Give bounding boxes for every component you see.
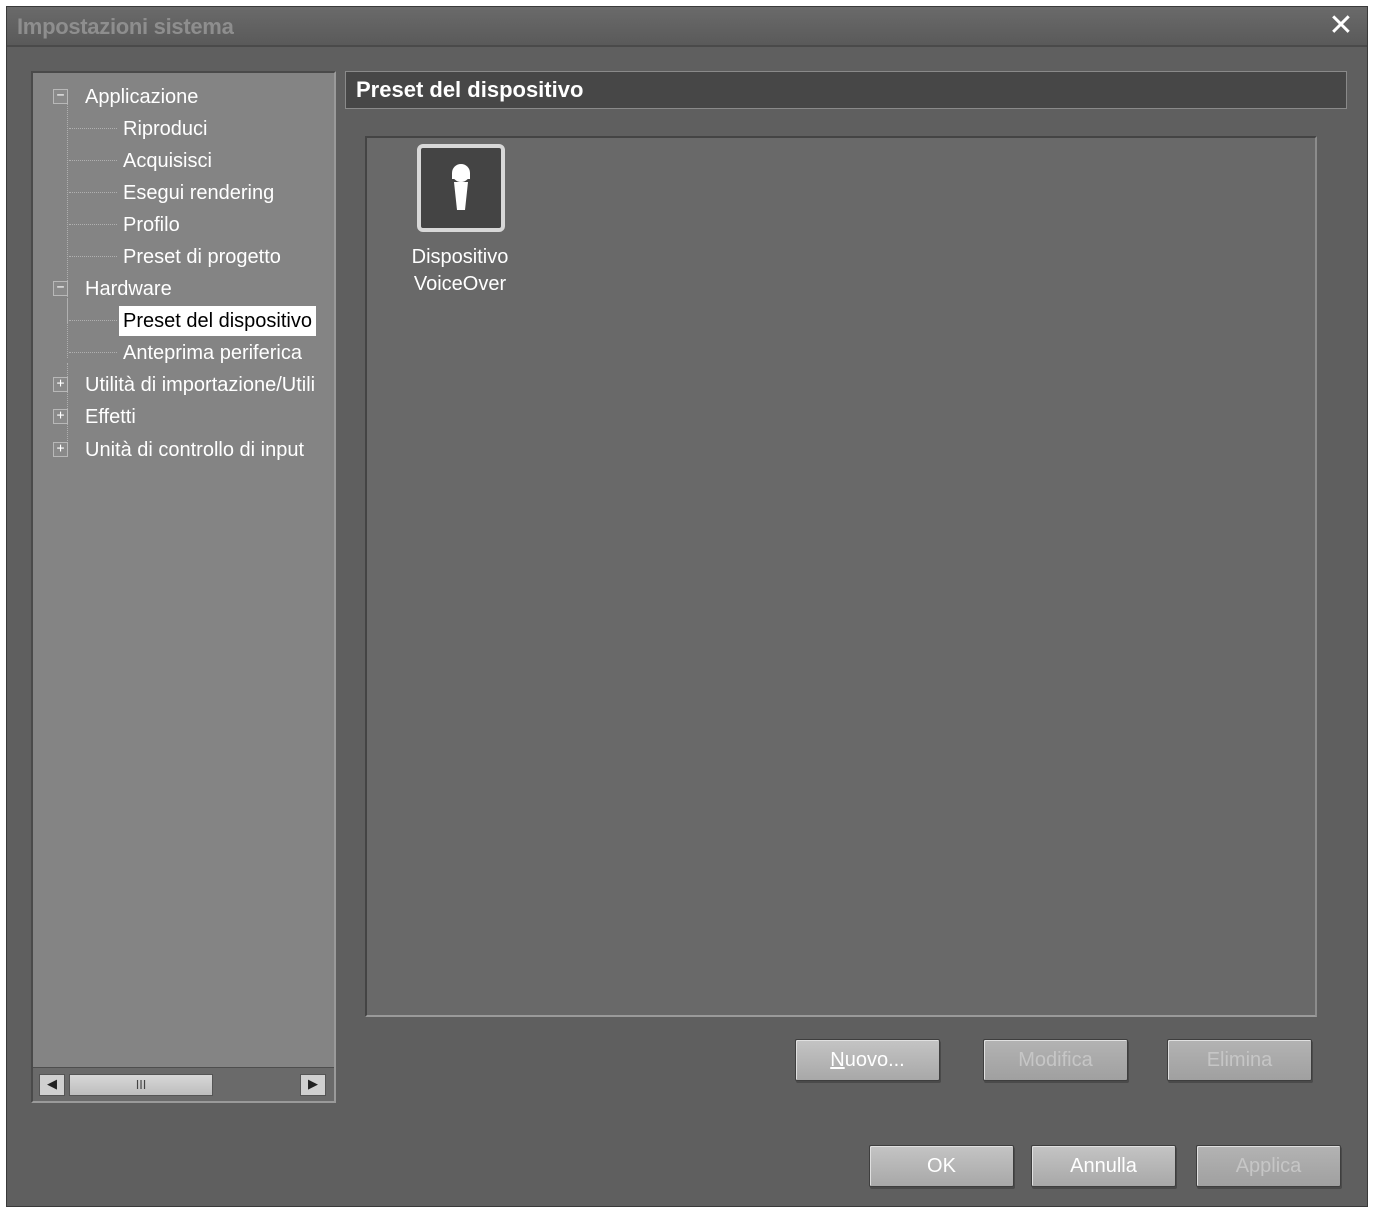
tree-connector [69, 192, 117, 193]
scroll-left-icon[interactable]: ◀ [39, 1074, 65, 1096]
tree-item-hardware[interactable]: Hardware [81, 274, 176, 304]
tree-connector [69, 224, 117, 225]
tree-connector [67, 298, 68, 358]
cancel-button[interactable]: Annulla [1031, 1145, 1176, 1187]
scroll-thumb[interactable]: III [69, 1074, 213, 1096]
section-title: Preset del dispositivo [345, 71, 1347, 109]
settings-tree: − − + + + Applicazione Riproduci Acquisi… [33, 73, 334, 1063]
expand-icon[interactable]: + [53, 409, 68, 424]
tree-connector [69, 256, 117, 257]
tree-connector [69, 320, 117, 321]
tree-item-applicazione[interactable]: Applicazione [81, 82, 202, 112]
expand-icon[interactable]: + [53, 442, 68, 457]
modify-preset-button[interactable]: Modifica [983, 1039, 1128, 1081]
tree-item-esegui-rendering[interactable]: Esegui rendering [119, 178, 278, 208]
tree-item-utilita-importazione[interactable]: Utilità di importazione/Utili [81, 370, 319, 400]
apply-button[interactable]: Applica [1196, 1145, 1341, 1187]
ok-button[interactable]: OK [869, 1145, 1014, 1187]
tree-item-preset-di-progetto[interactable]: Preset di progetto [119, 242, 285, 272]
tree-horizontal-scrollbar[interactable]: ◀ III ▶ [33, 1067, 334, 1101]
tree-item-anteprima-periferica[interactable]: Anteprima periferica [119, 338, 306, 368]
delete-preset-button[interactable]: Elimina [1167, 1039, 1312, 1081]
scroll-right-icon[interactable]: ▶ [300, 1074, 326, 1096]
device-preset-list[interactable]: Dispositivo VoiceOver [365, 136, 1317, 1017]
preset-label: Dispositivo VoiceOver [411, 246, 509, 295]
tree-connector [69, 128, 117, 129]
system-settings-dialog: Impostazioni sistema ✕ − − + + + Applica… [6, 6, 1368, 1207]
microphone-icon [417, 144, 505, 232]
tree-item-acquisisci[interactable]: Acquisisci [119, 146, 216, 176]
tree-item-riproduci[interactable]: Riproduci [119, 114, 211, 144]
tree-connector [69, 352, 117, 353]
close-icon[interactable]: ✕ [1325, 9, 1357, 43]
tree-item-unita-controllo-input[interactable]: Unità di controllo di input [81, 435, 308, 465]
collapse-icon[interactable]: − [53, 89, 68, 104]
expand-icon[interactable]: + [53, 377, 68, 392]
new-preset-button[interactable]: Nuovo... [795, 1039, 940, 1081]
settings-tree-panel: − − + + + Applicazione Riproduci Acquisi… [31, 71, 336, 1103]
window-title: Impostazioni sistema [17, 14, 234, 39]
tree-item-profilo[interactable]: Profilo [119, 210, 184, 240]
tree-connector [69, 160, 117, 161]
collapse-icon[interactable]: − [53, 281, 68, 296]
tree-item-effetti[interactable]: Effetti [81, 402, 140, 432]
title-bar[interactable]: Impostazioni sistema ✕ [7, 7, 1367, 47]
preset-item-voiceover[interactable]: Dispositivo VoiceOver [395, 144, 525, 304]
tree-item-preset-del-dispositivo[interactable]: Preset del dispositivo [119, 306, 316, 336]
